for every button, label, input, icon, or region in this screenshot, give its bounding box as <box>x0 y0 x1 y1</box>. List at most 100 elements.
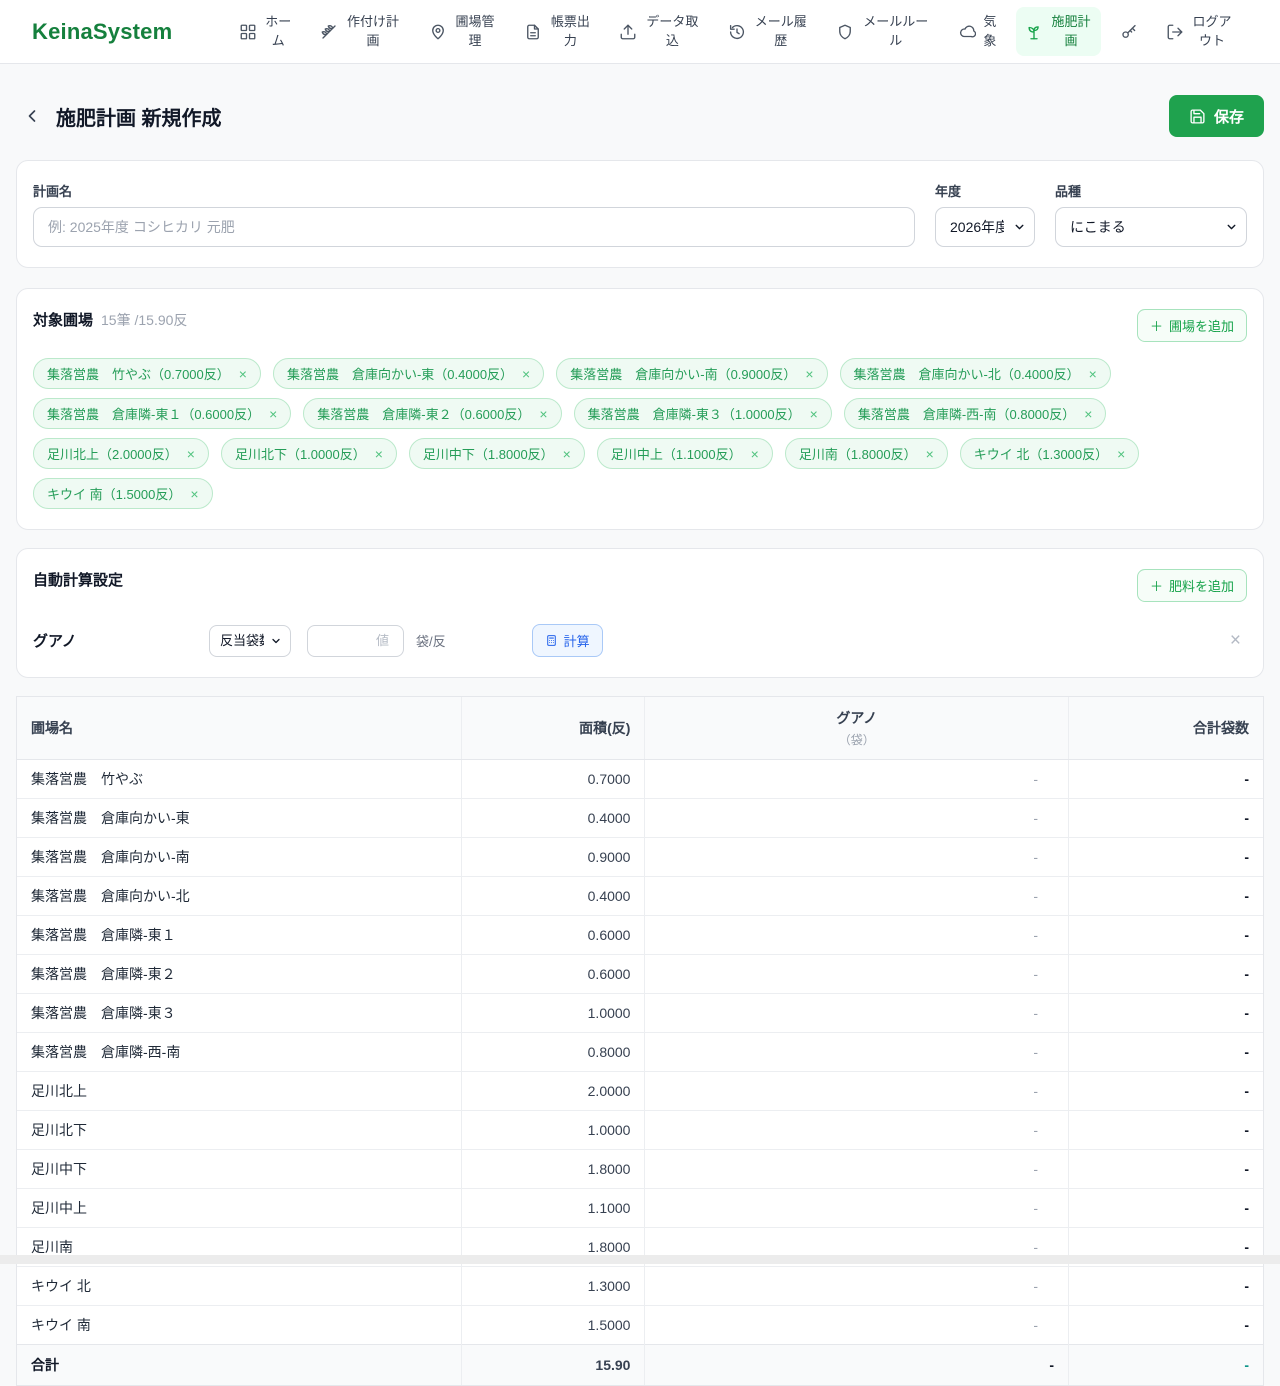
cell-total-bags: - <box>1068 1266 1263 1306</box>
cell-field-name: 集落営農 倉庫隣-東１ <box>17 915 462 955</box>
target-fields-card: 対象圃場 15筆 /15.90反 ＋ 圃場を追加 集落営農 竹やぶ（0.7000… <box>16 288 1264 530</box>
field-tag: 足川中上（1.1000反） × <box>596 438 773 469</box>
wheat-icon <box>320 23 338 41</box>
horizontal-scrollbar[interactable] <box>0 1255 1280 1264</box>
chevron-left-icon <box>22 106 42 126</box>
cell-total-bags: - <box>1068 915 1263 955</box>
calc-mode-select[interactable]: 反当袋数 <box>209 624 291 657</box>
cell-total-bags: - <box>1068 954 1263 994</box>
remove-field-icon[interactable]: × <box>926 447 934 461</box>
plan-form-card: 計画名 年度 2026年度 品種 にこまる <box>16 160 1264 268</box>
remove-field-icon[interactable]: × <box>190 487 198 501</box>
remove-fertilizer-button[interactable]: × <box>1224 631 1247 650</box>
cell-area: 2.0000 <box>461 1071 645 1111</box>
cell-guano-bags: - <box>644 993 1069 1033</box>
table-header-row: 圃場名 面積(反) グアノ （袋） 合計袋数 <box>17 697 1263 760</box>
brand-logo[interactable]: KeinaSystem <box>32 19 172 45</box>
field-tag: 集落営農 倉庫向かい-南（0.9000反） × <box>556 358 828 389</box>
col-header-field-name: 圃場名 <box>17 697 462 760</box>
remove-field-icon[interactable]: × <box>1084 407 1092 421</box>
remove-field-icon[interactable]: × <box>539 407 547 421</box>
upload-icon <box>619 23 637 41</box>
field-tag-label: 集落営農 倉庫隣-東１（0.6000反） <box>47 407 261 422</box>
cell-field-name: 集落営農 倉庫向かい-北 <box>17 876 462 916</box>
plan-name-input[interactable] <box>33 207 915 247</box>
calculator-icon <box>545 634 558 647</box>
cell-area: 1.0000 <box>461 1110 645 1150</box>
add-field-button[interactable]: ＋ 圃場を追加 <box>1136 309 1247 342</box>
field-tag: 集落営農 倉庫隣-東３（1.0000反） × <box>573 398 832 429</box>
cell-total-bags: - <box>1068 1188 1263 1228</box>
nav-item-logout[interactable]: ログアウト <box>1157 7 1243 55</box>
grid-icon <box>239 23 257 41</box>
variety-label: 品種 <box>1055 184 1082 199</box>
remove-field-icon[interactable]: × <box>810 407 818 421</box>
cell-guano-bags: - <box>644 1110 1069 1150</box>
remove-field-icon[interactable]: × <box>375 447 383 461</box>
back-button[interactable] <box>16 100 48 132</box>
remove-field-icon[interactable]: × <box>563 447 571 461</box>
cell-total-bags: - <box>1068 1149 1263 1189</box>
target-fields-title: 対象圃場 <box>33 312 94 329</box>
nav-item-home[interactable]: ホーム <box>230 7 302 55</box>
cell-field-name: 集落営農 倉庫向かい-南 <box>17 837 462 877</box>
save-icon <box>1189 108 1206 125</box>
cell-field-name: 集落営農 竹やぶ <box>17 759 462 799</box>
cell-area: 0.6000 <box>461 954 645 994</box>
cell-total-bags: - <box>1068 993 1263 1033</box>
nav-item-weather[interactable]: 気象 <box>949 7 1006 55</box>
remove-field-icon[interactable]: × <box>751 447 759 461</box>
cell-field-name: 足川中上 <box>17 1188 462 1228</box>
cell-total-bags: - <box>1068 759 1263 799</box>
nav-item-label: ホーム <box>265 14 292 48</box>
nav-item-mail-rules[interactable]: メールルール <box>827 7 939 55</box>
cell-guano-bags: - <box>644 915 1069 955</box>
variety-select[interactable]: にこまる <box>1055 207 1247 247</box>
field-tag: 集落営農 倉庫隣-西-南（0.8000反） × <box>843 398 1107 429</box>
cell-field-name: 集落営農 倉庫隣-東３ <box>17 993 462 1033</box>
cell-total-bags: - <box>1068 1110 1263 1150</box>
field-tag: 集落営農 倉庫隣-東２（0.6000反） × <box>303 398 562 429</box>
field-tag-label: 足川北上（2.0000反） <box>47 447 178 462</box>
cloud-icon <box>958 23 976 41</box>
remove-field-icon[interactable]: × <box>269 407 277 421</box>
field-tag: 足川北上（2.0000反） × <box>33 438 209 469</box>
cell-field-name: 足川北上 <box>17 1071 462 1111</box>
nav-item-label: メールルール <box>863 14 929 48</box>
cell-guano-bags: - <box>644 1071 1069 1111</box>
add-fertilizer-button[interactable]: ＋ 肥料を追加 <box>1136 569 1247 602</box>
field-tag: 足川南（1.8000反） × <box>784 438 948 469</box>
remove-field-icon[interactable]: × <box>239 367 247 381</box>
col-header-area: 面積(反) <box>461 697 645 760</box>
calculate-button[interactable]: 計算 <box>531 624 603 657</box>
cell-area: 0.6000 <box>461 915 645 955</box>
nav-item-cropping-plan[interactable]: 作付け計画 <box>311 7 410 55</box>
key-icon <box>1120 23 1138 41</box>
year-label: 年度 <box>935 184 962 199</box>
remove-field-icon[interactable]: × <box>1089 367 1097 381</box>
remove-field-icon[interactable]: × <box>805 367 813 381</box>
field-tag-label: 足川北下（1.0000反） <box>234 447 366 462</box>
nav-item-field-management[interactable]: 圃場管理 <box>420 7 506 55</box>
cell-guano-bags: - <box>644 1305 1069 1345</box>
nav-item-api-key[interactable] <box>1111 17 1147 47</box>
page-title: 施肥計画 新規作成 <box>56 107 222 130</box>
cell-total-bags: - <box>1068 798 1263 838</box>
nav-item-mail-history[interactable]: メール履歴 <box>719 7 818 55</box>
document-icon <box>524 23 542 41</box>
remove-field-icon[interactable]: × <box>522 367 530 381</box>
nav-item-data-import[interactable]: データ取込 <box>610 7 709 55</box>
year-select[interactable]: 2026年度 <box>935 207 1035 247</box>
nav-item-report-output[interactable]: 帳票出力 <box>515 7 601 55</box>
remove-field-icon[interactable]: × <box>187 447 195 461</box>
logout-icon <box>1166 23 1184 41</box>
save-button[interactable]: 保存 <box>1168 95 1264 137</box>
remove-field-icon[interactable]: × <box>1117 447 1125 461</box>
nav-item-fertilization-plan[interactable]: 施肥計画 <box>1015 7 1102 56</box>
col-header-guano-unit: （袋） <box>838 733 875 747</box>
table-row: 集落営農 倉庫隣-東２ 0.6000 - - <box>17 954 1263 994</box>
field-tag: 集落営農 倉庫隣-東１（0.6000反） × <box>33 398 292 429</box>
calc-value-input[interactable] <box>307 624 404 657</box>
field-tag-label: キウイ 北（1.3000反） <box>973 447 1109 462</box>
cell-field-name: 集落営農 倉庫隣-東２ <box>17 954 462 994</box>
